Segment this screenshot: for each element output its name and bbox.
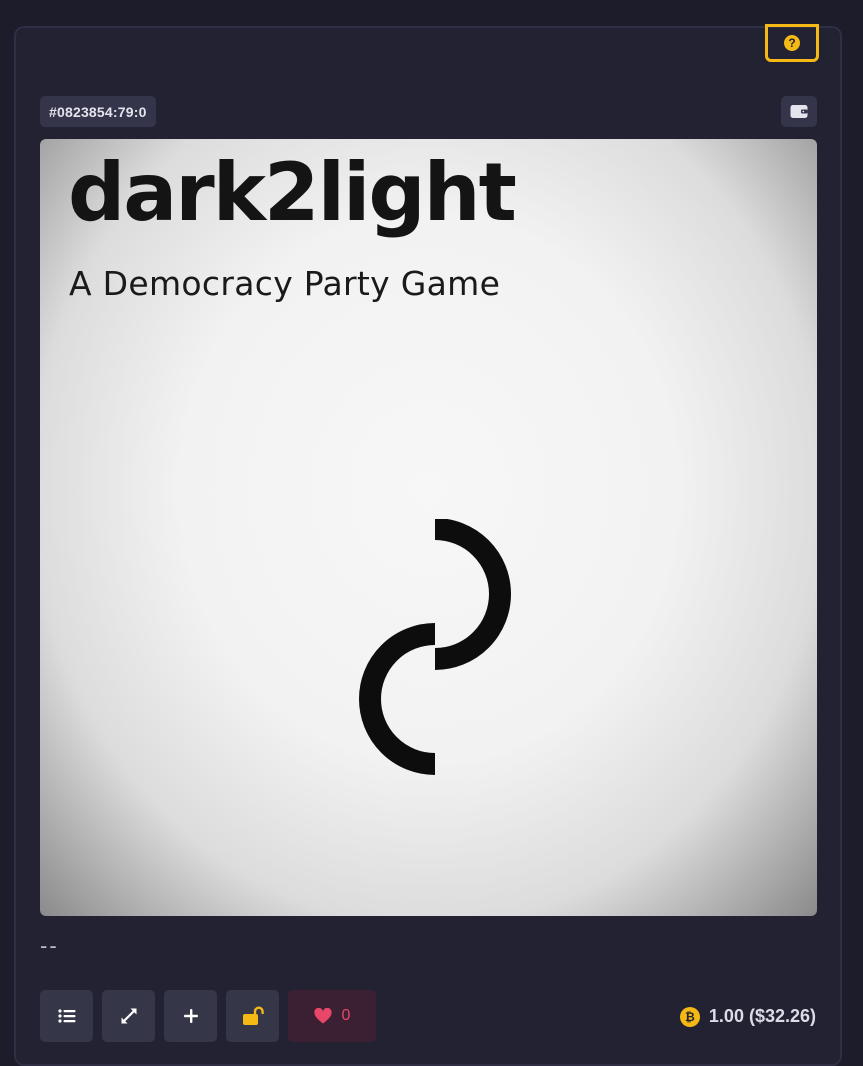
price-value: 1.00 ($32.26) <box>708 1006 816 1026</box>
add-button[interactable] <box>164 990 217 1042</box>
list-icon <box>57 1009 75 1023</box>
inscription-card: ? #0823854:79:0 dark2light A Democracy P… <box>14 24 842 1066</box>
heart-icon <box>314 1008 332 1024</box>
help-icon: ? <box>784 35 800 51</box>
price-display: ₿ 1.00 ($32.26) <box>679 1006 816 1027</box>
image-subtitle-text: A Democracy Party Game <box>69 264 501 303</box>
inscription-description: -- <box>40 933 59 958</box>
plus-icon <box>183 1009 198 1023</box>
dark2light-logo-icon <box>359 519 511 775</box>
wallet-button[interactable] <box>781 96 817 127</box>
details-button[interactable] <box>40 990 93 1042</box>
like-count: 0 <box>341 1007 351 1024</box>
inscription-id-badge[interactable]: #0823854:79:0 <box>40 96 156 127</box>
bitcoin-icon: ₿ <box>679 1006 700 1027</box>
inscription-image[interactable]: dark2light A Democracy Party Game <box>40 139 817 916</box>
unlock-button[interactable] <box>226 990 279 1042</box>
unlock-icon <box>242 1006 264 1025</box>
like-button[interactable]: 0 <box>288 990 376 1042</box>
expand-icon <box>121 1008 136 1024</box>
wallet-icon <box>790 105 808 118</box>
expand-button[interactable] <box>102 990 155 1042</box>
action-bar: 0 <box>40 990 376 1042</box>
help-button[interactable]: ? <box>765 24 819 62</box>
image-title-text: dark2light <box>68 146 517 239</box>
